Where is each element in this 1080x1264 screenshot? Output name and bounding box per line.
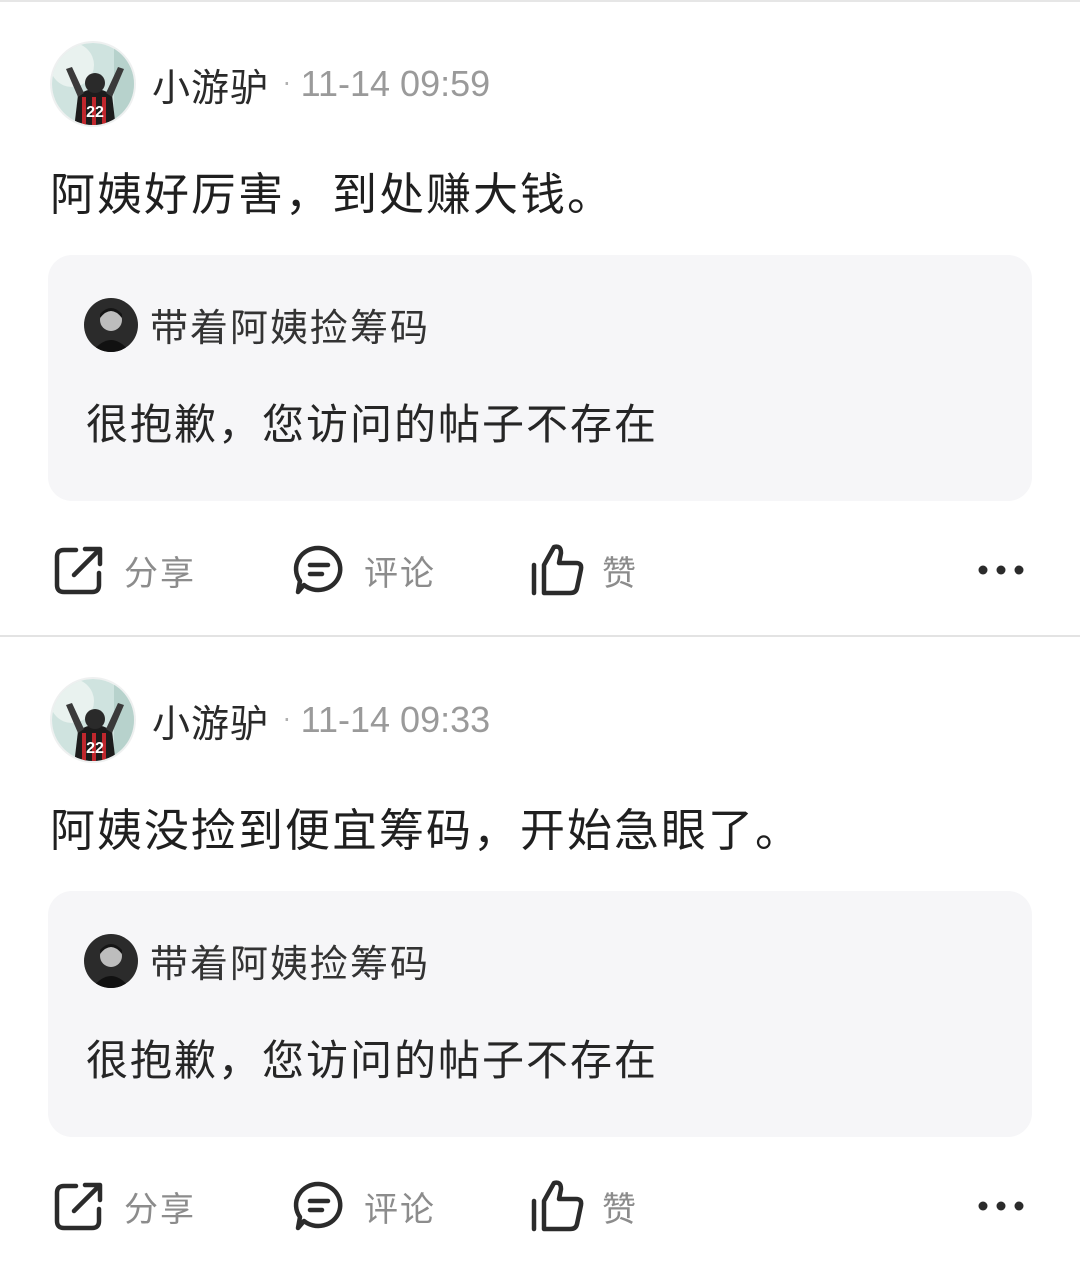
post-card: 22 小游驴 · 11-14 09:33 阿姨没捡到便宜筹码，开始急眼了。 带着… xyxy=(0,636,1080,1264)
more-options-button[interactable] xyxy=(970,536,1032,604)
quoted-post-text: 很抱歉，您访问的帖子不存在 xyxy=(86,1036,659,1085)
like-button[interactable]: 赞 xyxy=(528,536,638,604)
post-header: 22 小游驴 · 11-14 09:59 xyxy=(50,40,490,128)
quoted-post-header: 带着阿姨捡筹码 xyxy=(84,933,430,988)
share-label: 分享 xyxy=(124,553,196,594)
meta-separator: · xyxy=(283,706,291,734)
user-portrait-avatar-icon xyxy=(84,297,138,352)
share-button[interactable]: 分享 xyxy=(50,1172,196,1240)
post-action-bar: 分享 评论 赞 xyxy=(0,536,1080,604)
share-label: 分享 xyxy=(124,1189,196,1230)
share-icon xyxy=(50,541,108,599)
more-horizontal-icon xyxy=(972,1177,1030,1235)
author-name[interactable]: 小游驴 xyxy=(152,57,269,112)
quoted-post[interactable]: 带着阿姨捡筹码 很抱歉，您访问的帖子不存在 xyxy=(48,891,1032,1137)
post-timestamp: 11-14 09:59 xyxy=(300,63,491,104)
quoted-post-text: 很抱歉，您访问的帖子不存在 xyxy=(86,400,659,449)
meta-separator: · xyxy=(283,70,291,98)
post-timestamp: 11-14 09:33 xyxy=(300,699,491,740)
post-header: 22 小游驴 · 11-14 09:33 xyxy=(50,676,490,764)
quoted-post[interactable]: 带着阿姨捡筹码 很抱歉，您访问的帖子不存在 xyxy=(48,255,1032,501)
more-horizontal-icon xyxy=(972,541,1030,599)
comment-icon xyxy=(290,541,348,599)
like-label: 赞 xyxy=(602,1189,638,1230)
quoted-author-name[interactable]: 带着阿姨捡筹码 xyxy=(150,297,430,352)
comment-button[interactable]: 评论 xyxy=(290,1172,436,1240)
author-avatar[interactable]: 22 xyxy=(50,677,136,763)
post-action-bar: 分享 评论 赞 xyxy=(0,1172,1080,1240)
football-player-avatar-icon: 22 xyxy=(52,679,134,761)
user-portrait-avatar-icon xyxy=(84,933,138,988)
post-card: 22 小游驴 · 11-14 09:59 阿姨好厉害，到处赚大钱。 带着阿姨捡筹… xyxy=(0,0,1080,636)
comment-label: 评论 xyxy=(364,1189,436,1230)
share-icon xyxy=(50,1177,108,1235)
comment-button[interactable]: 评论 xyxy=(290,536,436,604)
quoted-post-header: 带着阿姨捡筹码 xyxy=(84,297,430,352)
author-avatar[interactable]: 22 xyxy=(50,41,136,127)
share-button[interactable]: 分享 xyxy=(50,536,196,604)
more-options-button[interactable] xyxy=(970,1172,1032,1240)
like-button[interactable]: 赞 xyxy=(528,1172,638,1240)
post-content[interactable]: 阿姨没捡到便宜筹码，开始急眼了。 xyxy=(50,794,802,859)
quoted-author-avatar[interactable] xyxy=(84,933,138,988)
post-content[interactable]: 阿姨好厉害，到处赚大钱。 xyxy=(50,158,614,223)
thumbs-up-icon xyxy=(528,1177,586,1235)
svg-text:22: 22 xyxy=(86,740,104,757)
quoted-author-avatar[interactable] xyxy=(84,297,138,352)
comment-icon xyxy=(290,1177,348,1235)
quoted-author-name[interactable]: 带着阿姨捡筹码 xyxy=(150,933,430,988)
football-player-avatar-icon: 22 xyxy=(52,43,134,125)
like-label: 赞 xyxy=(602,553,638,594)
thumbs-up-icon xyxy=(528,541,586,599)
comment-label: 评论 xyxy=(364,553,436,594)
svg-text:22: 22 xyxy=(86,104,104,121)
author-name[interactable]: 小游驴 xyxy=(152,693,269,748)
